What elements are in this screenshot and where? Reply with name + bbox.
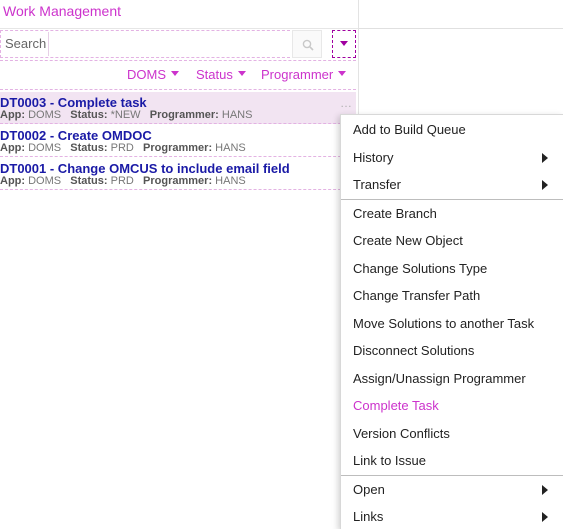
filter-status-label: Status (196, 67, 233, 82)
chevron-right-icon (542, 153, 548, 163)
menu-item-version-conflicts[interactable]: Version Conflicts (341, 420, 563, 447)
menu-item-links[interactable]: Links (341, 503, 563, 529)
task-title: DT0002 - Create OMDOC (0, 128, 152, 143)
work-management-app: Work Management DOMS Status (0, 0, 563, 529)
menu-item-label: Disconnect Solutions (353, 343, 475, 358)
task-app-label: App: (0, 175, 26, 187)
menu-item-add-to-build-queue[interactable]: Add to Build Queue (341, 116, 563, 143)
task-status: *NEW (110, 109, 141, 121)
menu-item-create-new-object[interactable]: Create New Object (341, 227, 563, 254)
task-title: DT0003 - Complete task (0, 95, 147, 110)
task-app: DOMS (28, 175, 62, 187)
menu-item-label: Change Solutions Type (353, 261, 488, 276)
menu-item-transfer[interactable]: Transfer (341, 171, 563, 198)
menu-item-label: Open (353, 482, 385, 497)
options-dropdown-button[interactable] (332, 30, 356, 58)
chevron-right-icon (542, 485, 548, 495)
menu-item-link-to-issue[interactable]: Link to Issue (341, 447, 563, 474)
filter-programmer-dropdown[interactable]: Programmer (261, 67, 347, 82)
chevron-down-icon (237, 71, 246, 76)
menu-item-label: Assign/Unassign Programmer (353, 371, 526, 386)
chevron-down-icon (338, 71, 347, 76)
task-programmer: HANS (215, 142, 246, 154)
chevron-right-icon (542, 512, 548, 522)
search-divider (48, 32, 49, 56)
task-meta: App: DOMS Status: PRD Programmer: HANS (0, 142, 246, 154)
menu-item-label: Move Solutions to another Task (353, 316, 535, 331)
task-status: PRD (110, 175, 134, 187)
menu-item-label: Change Transfer Path (353, 288, 481, 303)
task-status: PRD (110, 142, 134, 154)
search-row (0, 30, 358, 60)
menu-item-complete-task[interactable]: Complete Task (341, 392, 563, 419)
search-button[interactable] (292, 30, 322, 58)
task-programmer: HANS (215, 175, 246, 187)
filter-status-dropdown[interactable]: Status (196, 67, 246, 82)
filter-bar: DOMS Status Programmer (0, 60, 356, 90)
task-row[interactable]: DT0002 - Create OMDOC App: DOMS Status: … (0, 125, 356, 157)
task-app-label: App: (0, 109, 26, 121)
filter-programmer-label: Programmer (261, 67, 334, 82)
menu-item-assign-programmer[interactable]: Assign/Unassign Programmer (341, 365, 563, 392)
task-programmer-label: Programmer: (149, 109, 219, 121)
context-menu: Add to Build Queue History Transfer Crea… (340, 114, 563, 529)
menu-item-create-branch[interactable]: Create Branch (341, 200, 563, 227)
filter-app-dropdown[interactable]: DOMS (127, 67, 179, 82)
task-app: DOMS (28, 142, 62, 154)
search-icon (302, 39, 314, 51)
task-app-label: App: (0, 142, 26, 154)
menu-item-label: History (353, 150, 394, 165)
work-management-panel: Work Management DOMS Status (0, 0, 359, 529)
menu-item-label: Create New Object (353, 233, 463, 248)
task-status-label: Status: (70, 109, 108, 121)
menu-item-change-solutions-type[interactable]: Change Solutions Type (341, 255, 563, 282)
right-pane-header (359, 0, 563, 29)
task-title: DT0001 - Change OMCUS to include email f… (0, 161, 290, 176)
menu-item-open[interactable]: Open (341, 476, 563, 503)
menu-item-move-solutions[interactable]: Move Solutions to another Task (341, 310, 563, 337)
task-programmer: HANS (221, 109, 253, 121)
task-status-label: Status: (70, 175, 108, 187)
task-app: DOMS (28, 109, 62, 121)
chevron-down-icon (340, 41, 348, 46)
chevron-right-icon (542, 180, 548, 190)
task-status-label: Status: (70, 142, 108, 154)
panel-header: Work Management (0, 0, 358, 29)
panel-title: Work Management (3, 3, 122, 19)
more-icon[interactable]: … (340, 96, 352, 110)
menu-item-label: Create Branch (353, 206, 437, 221)
task-row[interactable]: DT0003 - Complete task App: DOMS Status:… (0, 92, 356, 124)
task-meta: App: DOMS Status: *NEW Programmer: HANS (0, 109, 252, 121)
task-programmer-label: Programmer: (143, 142, 213, 154)
filter-app-label: DOMS (127, 67, 166, 82)
menu-item-change-transfer-path[interactable]: Change Transfer Path (341, 282, 563, 309)
task-programmer-label: Programmer: (143, 175, 213, 187)
menu-item-label: Complete Task (353, 398, 439, 413)
menu-item-label: Link to Issue (353, 453, 426, 468)
menu-item-label: Transfer (353, 177, 401, 192)
search-input[interactable] (0, 30, 290, 58)
chevron-down-icon (171, 71, 179, 76)
menu-item-label: Links (353, 509, 384, 524)
menu-item-disconnect-solutions[interactable]: Disconnect Solutions (341, 337, 563, 364)
menu-item-history[interactable]: History (341, 144, 563, 171)
task-row[interactable]: DT0001 - Change OMCUS to include email f… (0, 158, 356, 190)
menu-item-label: Add to Build Queue (353, 122, 466, 137)
menu-item-label: Version Conflicts (353, 426, 450, 441)
task-meta: App: DOMS Status: PRD Programmer: HANS (0, 175, 246, 187)
